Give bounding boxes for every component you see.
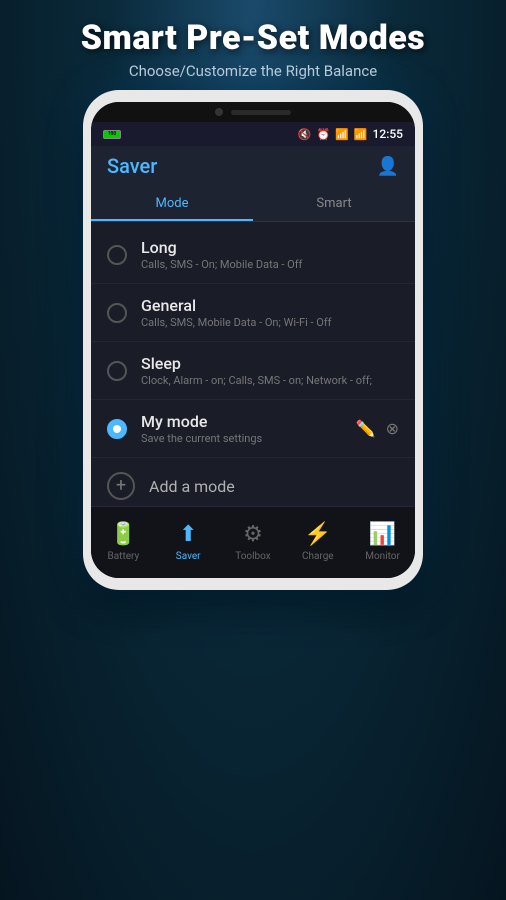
header-area: Smart Pre-Set Modes Choose/Customize the… [0,0,506,90]
mode-desc-general: Calls, SMS, Mobile Data - On; Wi-Fi - Of… [141,316,399,329]
nav-battery-label: Battery [108,551,140,562]
delete-icon[interactable]: ⊗ [386,419,399,438]
mode-name-sleep: Sleep [141,354,399,373]
bottom-nav: 🔋 Battery ⬆ Saver ⚙ Toolbox ⚡ Charge 📊 [91,506,415,578]
mode-name-long: Long [141,238,399,257]
nav-saver[interactable]: ⬆ Saver [158,522,218,562]
phone-top-bar [91,102,415,122]
saver-nav-icon: ⬆ [179,522,197,547]
battery-status-icon: 100 [103,130,121,139]
toolbox-nav-icon: ⚙ [243,522,263,547]
profile-icon[interactable]: 👤 [377,156,399,177]
mode-item-sleep[interactable]: Sleep Clock, Alarm - on; Calls, SMS - on… [91,342,415,400]
mode-desc-sleep: Clock, Alarm - on; Calls, SMS - on; Netw… [141,374,399,387]
app-header: Saver 👤 [91,146,415,186]
add-circle-icon: + [107,472,135,500]
tab-smart[interactable]: Smart [253,186,415,221]
alarm-icon: ⏰ [316,128,330,141]
mode-desc-mymode: Save the current settings [141,432,356,445]
nav-monitor-label: Monitor [365,551,400,562]
status-left: 100 [103,130,121,139]
tabs-container: Mode Smart [91,186,415,222]
phone-outer: 100 🔇 ⏰ 📶 📶 12:55 Saver 👤 Mode [83,90,423,590]
status-bar: 100 🔇 ⏰ 📶 📶 12:55 [91,122,415,146]
nav-battery[interactable]: 🔋 Battery [93,522,153,562]
tab-mode[interactable]: Mode [91,186,253,221]
page-subtitle: Choose/Customize the Right Balance [20,62,486,80]
battery-nav-icon: 🔋 [110,522,137,547]
app-title: Saver [107,154,157,178]
mode-actions-mymode: ✏️ ⊗ [356,419,399,438]
wifi-icon: 📶 [335,128,349,141]
phone-mockup: 100 🔇 ⏰ 📶 📶 12:55 Saver 👤 Mode [83,90,423,590]
mode-item-long[interactable]: Long Calls, SMS - On; Mobile Data - Off [91,226,415,284]
monitor-nav-icon: 📊 [369,522,396,547]
signal-icon: 📶 [354,128,368,141]
speaker-bar [231,110,291,115]
add-mode-label: Add a mode [149,477,235,496]
nav-charge-label: Charge [302,551,334,562]
nav-toolbox-label: Toolbox [235,551,271,562]
radio-long[interactable] [107,245,127,265]
mode-item-general[interactable]: General Calls, SMS, Mobile Data - On; Wi… [91,284,415,342]
page-title: Smart Pre-Set Modes [20,18,486,58]
content-area: Long Calls, SMS - On; Mobile Data - Off … [91,222,415,518]
mode-item-mymode[interactable]: My mode Save the current settings ✏️ ⊗ [91,400,415,458]
camera-dot [215,108,223,116]
phone-inner: 100 🔇 ⏰ 📶 📶 12:55 Saver 👤 Mode [91,102,415,578]
radio-general[interactable] [107,303,127,323]
charge-nav-icon: ⚡ [304,522,331,547]
mode-name-general: General [141,296,399,315]
edit-icon[interactable]: ✏️ [356,419,376,438]
mode-desc-long: Calls, SMS - On; Mobile Data - Off [141,258,399,271]
radio-mymode[interactable] [107,419,127,439]
mode-info-general: General Calls, SMS, Mobile Data - On; Wi… [141,296,399,329]
nav-monitor[interactable]: 📊 Monitor [353,522,413,562]
mode-info-sleep: Sleep Clock, Alarm - on; Calls, SMS - on… [141,354,399,387]
mode-info-long: Long Calls, SMS - On; Mobile Data - Off [141,238,399,271]
time-display: 12:55 [373,127,403,141]
radio-sleep[interactable] [107,361,127,381]
mute-icon: 🔇 [298,128,312,141]
nav-charge[interactable]: ⚡ Charge [288,522,348,562]
nav-toolbox[interactable]: ⚙ Toolbox [223,522,283,562]
status-right: 🔇 ⏰ 📶 📶 12:55 [298,127,403,141]
nav-saver-label: Saver [176,551,201,562]
mode-name-mymode: My mode [141,412,356,431]
mode-info-mymode: My mode Save the current settings [141,412,356,445]
